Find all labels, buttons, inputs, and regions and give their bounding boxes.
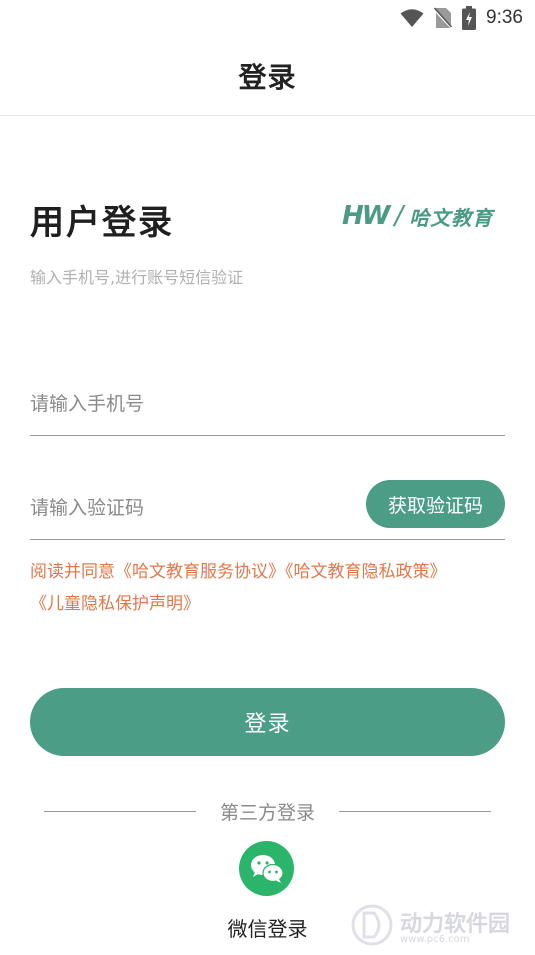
page-title: 登录 — [238, 60, 297, 94]
wifi-icon — [400, 9, 424, 27]
watermark: 动力软件园 www.pc6.com — [350, 900, 510, 950]
brand-name: 哈文教育 — [409, 205, 494, 230]
status-time: 9:36 — [486, 7, 523, 28]
phone-input[interactable] — [30, 372, 505, 435]
status-bar: 9:36 — [0, 0, 535, 36]
no-sim-icon — [434, 7, 453, 29]
agreement-prefix: 阅读并同意 — [30, 562, 115, 582]
brand-logo: HW / 哈文教育 — [342, 200, 493, 232]
login-screen: 9:36 登录 用户登录 HW / 哈文教育 输入手机号,进行账号短信验证 获取… — [0, 0, 535, 955]
watermark-logo-icon — [351, 904, 393, 946]
privacy-policy-link[interactable]: 《哈文教育隐私政策》 — [285, 562, 447, 582]
service-agreement-link[interactable]: 《哈文教育服务协议》 — [115, 562, 285, 582]
battery-charging-icon — [462, 6, 477, 30]
wechat-icon — [250, 854, 284, 883]
login-button[interactable]: 登录 — [30, 688, 505, 756]
divider-line-left — [44, 810, 196, 812]
title-bar: 登录 — [0, 36, 535, 116]
third-party-divider: 第三方登录 — [44, 796, 492, 826]
third-party-label: 第三方登录 — [220, 801, 316, 824]
watermark-text: 动力软件园 — [400, 911, 511, 937]
brand-mark: HW — [342, 201, 390, 231]
login-heading: 用户登录 — [30, 203, 174, 243]
children-privacy-link[interactable]: 《儿童隐私保护声明》 — [30, 594, 200, 614]
code-field: 获取验证码 — [30, 476, 505, 540]
agreement-text: 阅读并同意《哈文教育服务协议》《哈文教育隐私政策》《儿童隐私保护声明》 — [30, 556, 510, 620]
phone-field — [30, 372, 505, 436]
divider-line-right — [339, 810, 492, 812]
wechat-login-button[interactable] — [239, 841, 294, 896]
brand-divider: / — [394, 201, 404, 231]
get-code-button[interactable]: 获取验证码 — [366, 480, 505, 528]
login-subtitle: 输入手机号,进行账号短信验证 — [30, 268, 244, 287]
code-input[interactable] — [30, 476, 350, 539]
